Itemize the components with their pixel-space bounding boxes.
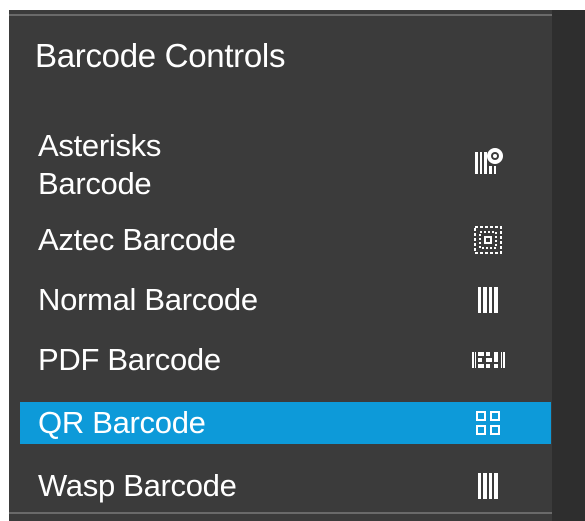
list-item-label: Asterisks [38,128,162,163]
wasp-barcode-icon [458,466,518,506]
group-title: Barcode Controls [35,37,286,74]
list-item-asterisks-barcode[interactable]: Asterisks Barcode [20,122,551,204]
list-item-label: Aztec Barcode [38,222,236,257]
list-item-label: PDF Barcode [38,342,221,377]
list-item-normal-barcode[interactable]: Normal Barcode [20,280,551,320]
normal-barcode-icon [458,280,518,320]
bottom-divider [9,512,552,514]
list-item-wasp-barcode[interactable]: Wasp Barcode [20,466,551,506]
list-item-aztec-barcode[interactable]: Aztec Barcode [20,220,551,260]
panel-edge [552,10,585,521]
list-item-label: Wasp Barcode [38,468,237,503]
aztec-barcode-icon [458,220,518,260]
list-item-qr-barcode[interactable]: QR Barcode [20,402,551,444]
top-divider [9,14,552,16]
list-item-label: Barcode [38,166,152,201]
list-item-pdf-barcode[interactable]: PDF Barcode [20,340,551,380]
qr-barcode-icon [458,403,518,443]
list-item-label: Normal Barcode [38,282,258,317]
app-frame: Barcode Controls Asterisks Barcode Aztec… [0,0,585,521]
list-item-label: QR Barcode [38,405,206,440]
asterisks-barcode-icon [458,141,518,181]
pdf-barcode-icon [458,340,518,380]
barcode-controls-panel [9,10,585,521]
